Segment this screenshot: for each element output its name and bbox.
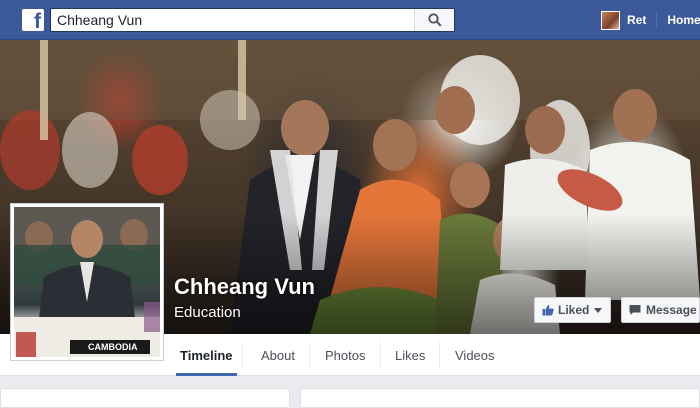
right-column-card: [300, 388, 700, 408]
tab-photos-label: Photos: [325, 347, 366, 363]
search-input[interactable]: [51, 9, 413, 31]
tab-photos[interactable]: Photos: [325, 334, 365, 376]
tab-about-label: About: [261, 347, 295, 363]
tab-divider: [242, 342, 243, 368]
tab-videos[interactable]: Videos: [455, 334, 495, 376]
profile-picture[interactable]: CAMBODIA: [10, 203, 164, 361]
nav-divider: [656, 11, 658, 29]
left-column-card: [0, 388, 290, 408]
search-box: [50, 8, 455, 32]
page-category[interactable]: Education: [174, 304, 241, 321]
tab-likes-label: Likes: [395, 347, 426, 363]
liked-button[interactable]: Liked: [534, 297, 611, 323]
search-icon: [427, 13, 442, 27]
liked-button-label: Liked: [558, 303, 590, 317]
profile-picture-image: CAMBODIA: [14, 207, 160, 357]
message-icon: [629, 305, 641, 315]
thumbs-up-icon: [542, 305, 554, 316]
tab-timeline[interactable]: Timeline: [176, 334, 236, 376]
facebook-logo-icon[interactable]: f: [22, 9, 44, 33]
message-button[interactable]: Message: [621, 297, 700, 323]
page-name[interactable]: Chheang Vun: [174, 274, 315, 300]
tab-divider: [309, 342, 310, 368]
tab-videos-label: Videos: [455, 347, 495, 363]
cambodia-sign-text: CAMBODIA: [88, 342, 138, 352]
tab-about[interactable]: About: [261, 334, 295, 376]
profile-photo-drawing: [14, 207, 160, 357]
user-name-link[interactable]: Ret: [627, 13, 646, 27]
user-avatar[interactable]: [601, 10, 620, 30]
search-button[interactable]: [414, 9, 454, 31]
tab-likes[interactable]: Likes: [395, 334, 425, 376]
top-navigation-bar: f Ret Home: [0, 0, 700, 40]
cambodia-name-sign: CAMBODIA: [70, 340, 150, 354]
top-user-area: Ret Home: [601, 9, 700, 31]
tab-divider: [439, 342, 440, 368]
tab-divider: [380, 342, 381, 368]
message-button-label: Message: [646, 303, 697, 317]
home-link[interactable]: Home: [667, 13, 700, 27]
tab-timeline-label: Timeline: [180, 347, 233, 363]
facebook-logo-letter: f: [34, 10, 41, 33]
caret-down-icon: [594, 307, 603, 313]
